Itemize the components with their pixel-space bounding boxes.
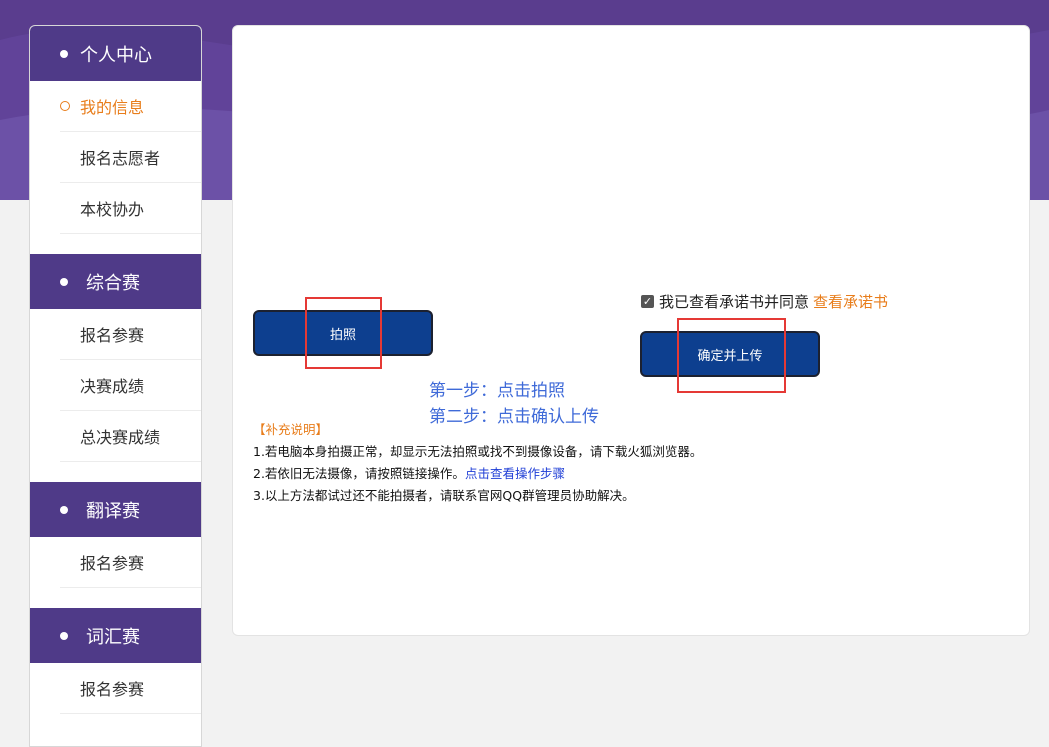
main-panel: 拍照 ✓ 我已查看承诺书并同意 查看承诺书 确定并上传 第一步：点击拍照 第二步…	[232, 25, 1030, 636]
section-title: 个人中心	[80, 44, 152, 66]
sidebar-item-register[interactable]: 报名参赛	[60, 309, 201, 360]
step-one: 第一步：点击拍照	[429, 381, 565, 401]
bullet-icon	[60, 277, 68, 286]
sidebar-item-label: 报名参赛	[80, 326, 145, 345]
agree-label: 我已查看承诺书并同意	[659, 293, 810, 311]
sidebar-item-grand-final-results[interactable]: 总决赛成绩	[60, 411, 201, 462]
agreement-row: ✓ 我已查看承诺书并同意 查看承诺书	[641, 291, 888, 312]
sidebar-section-comprehensive[interactable]: 综合赛	[30, 254, 201, 309]
highlight-box-photo	[305, 297, 382, 369]
sidebar-item-volunteer[interactable]: 报名志愿者	[60, 132, 201, 183]
sidebar-item-label: 决赛成绩	[80, 377, 145, 396]
note-3: 3.以上方法都试过还不能拍摄者，请联系官网QQ群管理员协助解决。	[253, 488, 635, 503]
section-title: 词汇赛	[86, 626, 140, 648]
sidebar-item-school-cohost[interactable]: 本校协办	[60, 183, 201, 234]
sidebar-item-label: 报名参赛	[80, 680, 145, 699]
agree-checkbox[interactable]: ✓	[641, 295, 654, 308]
sidebar-item-label: 我的信息	[80, 98, 145, 117]
sidebar-item-my-info[interactable]: 我的信息	[60, 81, 201, 132]
highlight-box-confirm	[677, 318, 786, 393]
view-commitment-link[interactable]: 查看承诺书	[813, 291, 888, 312]
supplementary-notes: 【补充说明】 1.若电脑本身拍摄正常，却显示无法拍照或找不到摄像设备，请下载火狐…	[253, 419, 702, 507]
note-1: 1.若电脑本身拍摄正常，却显示无法拍照或找不到摄像设备，请下载火狐浏览器。	[253, 444, 703, 459]
sidebar-item-label: 报名参赛	[80, 554, 145, 573]
bullet-icon	[60, 505, 68, 514]
note-2: 2.若依旧无法摄像，请按照链接操作。点击查看操作步骤	[253, 463, 702, 485]
sidebar-section-translation[interactable]: 翻译赛	[30, 482, 201, 537]
view-steps-link[interactable]: 点击查看操作步骤	[465, 466, 565, 481]
sidebar-item-register[interactable]: 报名参赛	[60, 663, 201, 714]
section-title: 翻译赛	[86, 500, 140, 522]
sidebar-section-vocabulary[interactable]: 词汇赛	[30, 608, 201, 663]
note-2-text: 2.若依旧无法摄像，请按照链接操作。	[253, 466, 465, 481]
active-circle-icon	[60, 101, 70, 111]
bullet-icon	[60, 49, 68, 58]
sidebar-item-register[interactable]: 报名参赛	[60, 537, 201, 588]
sidebar-section-personal[interactable]: 个人中心	[30, 26, 201, 81]
sidebar-item-label: 本校协办	[80, 200, 145, 219]
sidebar-item-final-results[interactable]: 决赛成绩	[60, 360, 201, 411]
bullet-icon	[60, 631, 68, 640]
section-title: 综合赛	[86, 272, 140, 294]
notes-heading: 【补充说明】	[253, 422, 329, 437]
sidebar: 个人中心 我的信息 报名志愿者 本校协办 综合赛 报名参赛 决赛成绩 总决赛成绩…	[29, 25, 202, 747]
sidebar-item-label: 总决赛成绩	[80, 428, 161, 447]
sidebar-item-label: 报名志愿者	[80, 149, 161, 168]
